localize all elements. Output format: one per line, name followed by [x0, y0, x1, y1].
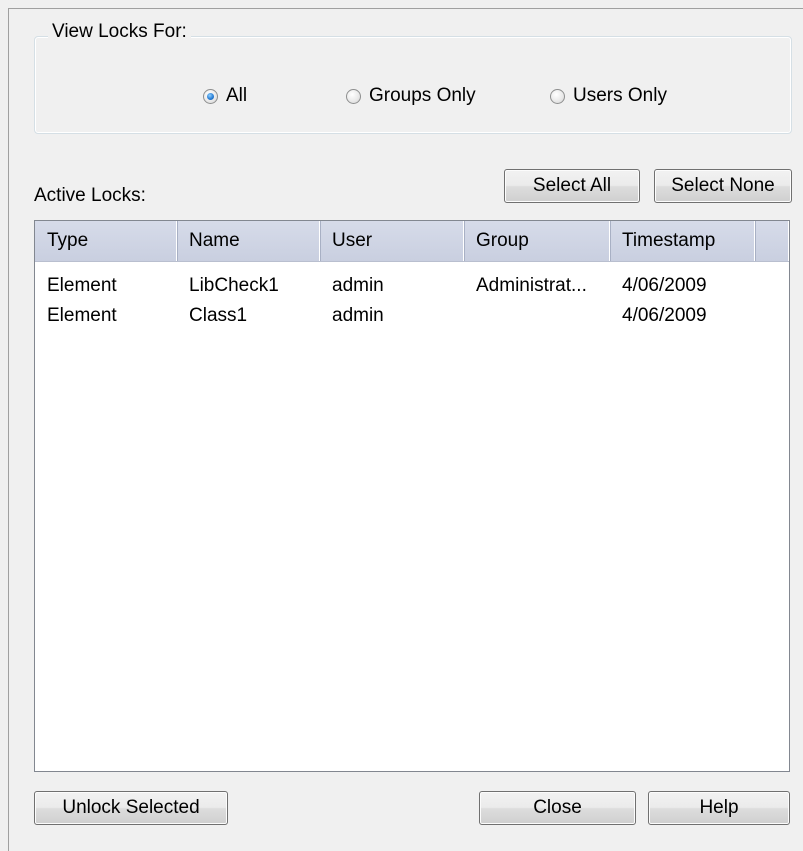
select-none-button[interactable]: Select None	[654, 169, 792, 203]
cell-name: Class1	[189, 305, 248, 326]
column-header-group[interactable]: Group	[464, 221, 610, 261]
help-button[interactable]: Help	[648, 791, 790, 825]
cell-timestamp: 4/06/2009	[622, 305, 707, 326]
radio-all-label: All	[226, 85, 248, 106]
cell-user: admin	[332, 305, 384, 326]
cell-user: admin	[332, 275, 384, 296]
cell-name: LibCheck1	[189, 275, 279, 296]
select-all-button[interactable]: Select All	[504, 169, 640, 203]
close-button[interactable]: Close	[479, 791, 636, 825]
column-header-filler	[755, 221, 789, 261]
cell-type: Element	[47, 305, 117, 326]
active-locks-label: Active Locks:	[34, 185, 146, 206]
column-header-type[interactable]: Type	[35, 221, 177, 261]
radio-groups-only-indicator	[346, 88, 361, 104]
cell-type: Element	[47, 275, 117, 296]
unlock-selected-button[interactable]: Unlock Selected	[34, 791, 228, 825]
radio-groups-only-label: Groups Only	[369, 85, 476, 106]
view-locks-legend: View Locks For:	[48, 20, 191, 44]
table-row[interactable]: Element Class1 admin 4/06/2009	[35, 301, 789, 331]
cell-group: Administrat...	[476, 275, 587, 296]
radio-all[interactable]: All	[203, 83, 247, 109]
radio-groups-only[interactable]: Groups Only	[346, 83, 476, 109]
radio-users-only-indicator	[550, 88, 565, 104]
cell-group	[464, 301, 610, 331]
radio-users-only[interactable]: Users Only	[550, 83, 667, 109]
radio-users-only-label: Users Only	[573, 85, 667, 106]
table-row[interactable]: Element LibCheck1 admin Administrat... 4…	[35, 271, 789, 301]
cell-timestamp: 4/06/2009	[622, 275, 707, 296]
active-locks-list[interactable]: Type Name User Group Timestamp Element L…	[34, 220, 790, 772]
column-header-name[interactable]: Name	[177, 221, 320, 261]
list-header: Type Name User Group Timestamp	[35, 221, 789, 262]
radio-all-indicator	[203, 88, 218, 104]
column-header-timestamp[interactable]: Timestamp	[610, 221, 755, 261]
column-header-user[interactable]: User	[320, 221, 464, 261]
